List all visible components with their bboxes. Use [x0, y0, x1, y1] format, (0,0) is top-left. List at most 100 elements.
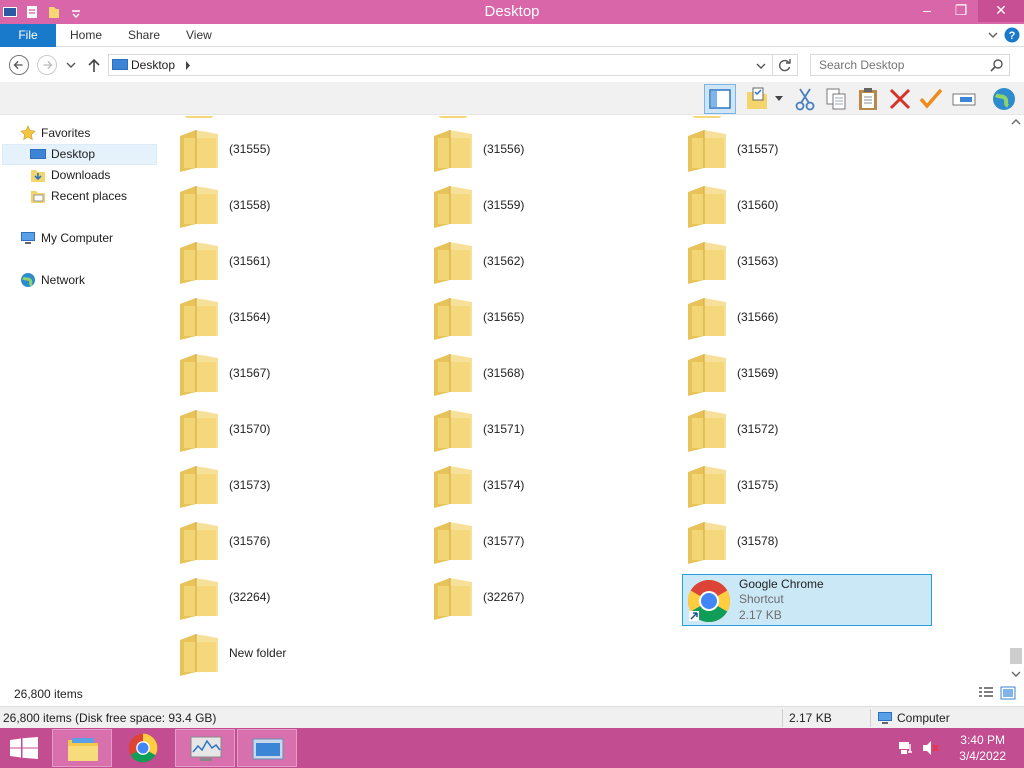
taskbar-file-explorer[interactable] — [52, 729, 112, 767]
folder-item[interactable]: (31555) — [178, 124, 428, 176]
folder-icon — [438, 116, 468, 118]
window-title: Desktop — [484, 3, 540, 20]
folder-icon — [688, 298, 726, 340]
delete-x-icon[interactable] — [886, 86, 914, 112]
ribbon-help-area: ? — [986, 27, 1020, 43]
scrollbar-thumb[interactable] — [1010, 648, 1022, 664]
large-icons-view-icon[interactable] — [1000, 686, 1016, 700]
restore-button[interactable]: ❐ — [944, 0, 978, 22]
folder-icon — [688, 242, 726, 284]
folder-icon — [434, 466, 472, 508]
folder-item[interactable]: (31572) — [686, 404, 936, 456]
folder-item[interactable]: (31576) — [178, 516, 428, 568]
computer-icon — [878, 712, 892, 724]
folder-item[interactable]: (31573) — [178, 460, 428, 512]
copy-icon[interactable] — [822, 86, 850, 112]
close-button[interactable]: ✕ — [978, 0, 1024, 22]
folder-item[interactable]: (31569) — [686, 348, 936, 400]
taskbar-desktop-window[interactable] — [237, 729, 297, 767]
folder-item[interactable]: (31563) — [686, 236, 936, 288]
details-view-icon[interactable] — [978, 686, 994, 700]
folder-item[interactable]: (32264) — [178, 572, 428, 624]
navigation-bar: Desktop — [0, 48, 1024, 82]
folder-item[interactable]: (31556) — [432, 124, 682, 176]
ribbon-tabs: File Home Share View ? — [0, 24, 1024, 47]
globe-icon[interactable] — [990, 86, 1018, 112]
folder-item[interactable]: (31560) — [686, 180, 936, 232]
rename-icon[interactable] — [950, 86, 978, 112]
address-dropdown-chevron-icon[interactable] — [756, 62, 766, 70]
folder-item[interactable]: (31568) — [432, 348, 682, 400]
taskbar-chrome[interactable] — [113, 729, 173, 767]
vertical-scrollbar[interactable] — [1008, 116, 1024, 686]
folder-icon — [180, 410, 218, 452]
help-icon[interactable]: ? — [1004, 27, 1020, 43]
minimize-button[interactable]: – — [910, 0, 944, 22]
chrome-icon — [128, 733, 158, 763]
folder-icon — [180, 186, 218, 228]
status-separator — [782, 709, 783, 727]
taskbar-performance-monitor[interactable] — [175, 729, 235, 767]
select-folder-icon[interactable] — [744, 86, 772, 112]
tab-view[interactable]: View — [186, 24, 212, 47]
folder-item[interactable]: (31570) — [178, 404, 428, 456]
search-box[interactable] — [810, 54, 1010, 76]
system-clock[interactable]: 3:40 PM 3/4/2022 — [959, 732, 1006, 764]
folder-icon — [434, 578, 472, 620]
scroll-up-arrow-icon[interactable] — [1011, 118, 1021, 126]
windows-start-icon[interactable] — [10, 737, 38, 759]
network-tray-icon[interactable] — [898, 740, 914, 756]
folder-item[interactable]: (31571) — [432, 404, 682, 456]
cut-scissors-icon[interactable] — [791, 86, 819, 112]
chrome-shortcut-item[interactable]: Google Chrome Shortcut 2.17 KB — [682, 574, 932, 626]
back-arrow-icon[interactable] — [9, 55, 29, 75]
favorites-star-icon — [20, 125, 36, 140]
checkmark-icon[interactable] — [917, 86, 945, 112]
select-dropdown-chevron-icon[interactable] — [775, 96, 783, 102]
refresh-button[interactable] — [773, 54, 798, 76]
computer-icon — [21, 232, 35, 244]
tab-share[interactable]: Share — [128, 24, 160, 47]
folder-item[interactable]: (31557) — [686, 124, 936, 176]
address-bar[interactable]: Desktop — [108, 54, 773, 76]
folder-icon — [688, 130, 726, 172]
folder-icon — [180, 242, 218, 284]
breadcrumb-arrow-icon[interactable] — [185, 61, 191, 70]
folder-item[interactable]: (32267) — [432, 572, 682, 624]
folder-item[interactable]: (31574) — [432, 460, 682, 512]
folder-item[interactable]: (31558) — [178, 180, 428, 232]
status-bar: 26,800 items (Disk free space: 93.4 GB) … — [0, 706, 1024, 728]
view-toggle — [978, 686, 1016, 700]
forward-arrow-icon[interactable] — [37, 55, 57, 75]
folder-item[interactable]: (31578) — [686, 516, 936, 568]
recent-locations-chevron-icon[interactable] — [66, 61, 76, 69]
folder-item[interactable]: (31562) — [432, 236, 682, 288]
up-arrow-icon[interactable] — [87, 57, 101, 73]
folder-item[interactable]: (31567) — [178, 348, 428, 400]
tab-home[interactable]: Home — [70, 24, 102, 47]
folder-item[interactable]: (31559) — [432, 180, 682, 232]
expand-ribbon-chevron-icon[interactable] — [986, 28, 1000, 42]
tab-file[interactable]: File — [0, 24, 56, 47]
new-folder-item[interactable]: New folder — [178, 628, 428, 680]
status-location: Computer — [897, 711, 950, 725]
address-location[interactable]: Desktop — [131, 58, 175, 72]
folder-icon — [434, 242, 472, 284]
folder-item[interactable]: (31561) — [178, 236, 428, 288]
chrome-shortcut-name: Google Chrome — [739, 577, 824, 591]
search-input[interactable] — [811, 55, 981, 75]
paste-clipboard-icon[interactable] — [854, 86, 882, 112]
scroll-down-arrow-icon[interactable] — [1011, 670, 1021, 678]
folder-item[interactable]: (31577) — [432, 516, 682, 568]
volume-muted-icon[interactable] — [922, 740, 940, 756]
preview-pane-icon[interactable] — [704, 84, 736, 114]
chrome-shortcut-type: Shortcut — [739, 592, 784, 606]
folder-icon — [434, 186, 472, 228]
downloads-icon — [31, 170, 45, 182]
search-icon[interactable] — [990, 59, 1003, 72]
folder-item[interactable]: (31566) — [686, 292, 936, 344]
folder-item[interactable]: (31564) — [178, 292, 428, 344]
folder-item[interactable]: (31565) — [432, 292, 682, 344]
folder-item[interactable]: (31575) — [686, 460, 936, 512]
clock-date: 3/4/2022 — [959, 749, 1006, 763]
